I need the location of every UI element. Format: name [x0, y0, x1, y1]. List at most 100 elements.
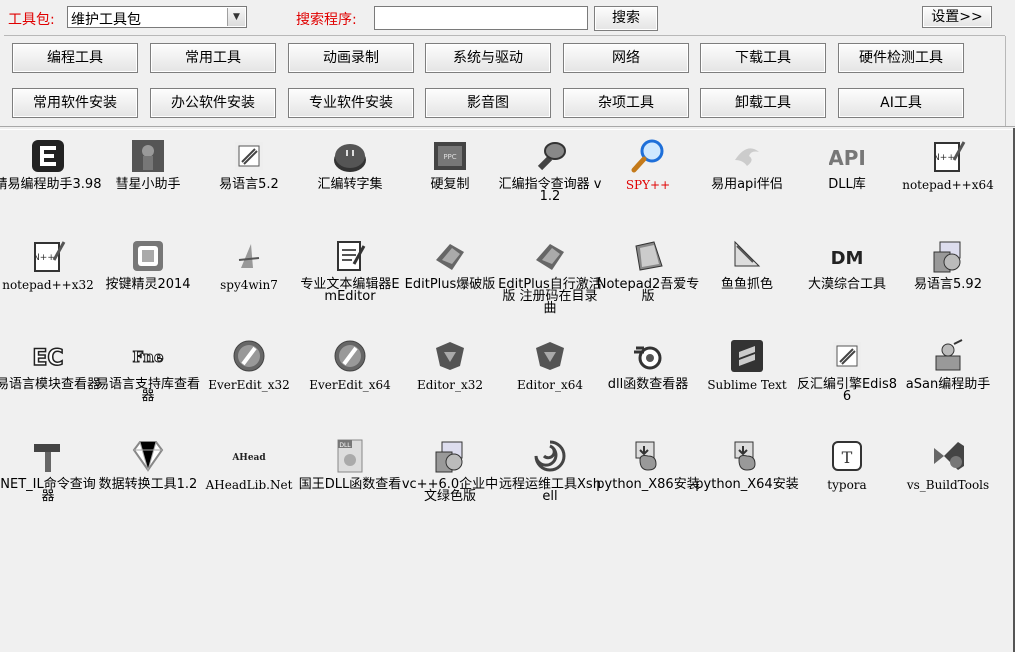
- tool-label[interactable]: EditPlus爆破版: [396, 278, 504, 291]
- dm-text-icon[interactable]: DM: [829, 238, 865, 274]
- tool-label[interactable]: 反汇编引擎Edis86: [793, 378, 901, 403]
- category-button[interactable]: 网络: [563, 43, 689, 73]
- editplus-icon[interactable]: [432, 238, 468, 274]
- tool-item[interactable]: 反汇编引擎Edis86: [797, 328, 897, 433]
- python-installer-icon[interactable]: [729, 438, 765, 474]
- tool-label[interactable]: typora: [793, 479, 901, 491]
- tool-item[interactable]: Fne 易语言支持库查看器: [96, 328, 200, 433]
- tool-label[interactable]: 易用api伴侣: [693, 178, 801, 191]
- tool-item[interactable]: 汇编转字集: [300, 128, 400, 233]
- tool-label[interactable]: 精易编程助手3.98: [0, 178, 102, 191]
- tool-label[interactable]: 易语言5.2: [195, 178, 303, 191]
- tool-item[interactable]: EverEdit_x32: [199, 328, 299, 433]
- tool-item[interactable]: PPC 硬复制: [400, 128, 500, 233]
- tool-label[interactable]: 彗星小助手: [94, 178, 202, 191]
- editplus-icon[interactable]: [532, 238, 568, 274]
- tool-item[interactable]: N++ notepad++x64: [898, 128, 998, 233]
- tool-item[interactable]: EditPlus自行激活版 注册码在目录曲: [498, 228, 602, 333]
- everedit-icon[interactable]: [332, 338, 368, 374]
- api-partner-icon[interactable]: [729, 138, 765, 174]
- tool-label[interactable]: 专业文本编辑器EmEditor: [296, 278, 404, 303]
- tool-item[interactable]: 精易编程助手3.98: [0, 128, 101, 233]
- comet-helper-icon[interactable]: [130, 138, 166, 174]
- tool-item[interactable]: vc++6.0企业中文绿色版: [400, 428, 500, 533]
- tool-label[interactable]: 按键精灵2014: [94, 278, 202, 291]
- tool-label[interactable]: aSan编程助手: [894, 378, 1002, 391]
- tool-item[interactable]: spy4win7: [199, 228, 299, 333]
- tool-item[interactable]: Editor_x64: [500, 328, 600, 433]
- tool-item[interactable]: EverEdit_x64: [300, 328, 400, 433]
- tool-item[interactable]: 易语言5.92: [898, 228, 998, 333]
- notepad2-icon[interactable]: [630, 238, 666, 274]
- tool-item[interactable]: vs_BuildTools: [898, 428, 998, 533]
- installer-icon[interactable]: [432, 438, 468, 474]
- sublime-icon[interactable]: [729, 338, 765, 374]
- ec-logo-icon[interactable]: EC: [30, 338, 66, 374]
- tool-item[interactable]: aSan编程助手: [898, 328, 998, 433]
- search-input[interactable]: [374, 6, 588, 30]
- tool-item[interactable]: 鱼鱼抓色: [697, 228, 797, 333]
- tool-label[interactable]: Editor_x32: [396, 379, 504, 391]
- category-button[interactable]: 杂项工具: [563, 88, 689, 118]
- tool-item[interactable]: EditPlus爆破版: [400, 228, 500, 333]
- category-button[interactable]: 卸载工具: [700, 88, 826, 118]
- anjian-icon[interactable]: [130, 238, 166, 274]
- tool-item[interactable]: AHead AHeadLib.Net: [199, 428, 299, 533]
- tool-label[interactable]: 鱼鱼抓色: [693, 278, 801, 291]
- tool-label[interactable]: NET_IL命令查询器: [0, 478, 102, 503]
- tool-item[interactable]: N++ notepad++x32: [0, 228, 98, 333]
- chevron-down-icon[interactable]: ▼: [227, 8, 245, 26]
- tool-label[interactable]: 大漠综合工具: [793, 278, 901, 291]
- eyuyan-icon[interactable]: [829, 338, 865, 374]
- notepad-plus-icon[interactable]: N++: [30, 238, 66, 274]
- category-button[interactable]: 影音图: [425, 88, 551, 118]
- tool-label[interactable]: Sublime Text: [693, 379, 801, 391]
- tool-label[interactable]: Notepad2吾爱专版: [594, 278, 702, 303]
- emeditor-icon[interactable]: [332, 238, 368, 274]
- tool-item[interactable]: 彗星小助手: [98, 128, 198, 233]
- tool-label[interactable]: python_X64安装: [693, 478, 801, 491]
- category-button[interactable]: 动画录制: [288, 43, 414, 73]
- tool-item[interactable]: DM 大漠综合工具: [797, 228, 897, 333]
- tool-label[interactable]: vc++6.0企业中文绿色版: [396, 478, 504, 503]
- tool-item[interactable]: python_X64安装: [695, 428, 799, 533]
- tool-item[interactable]: python_X86安装: [596, 428, 700, 533]
- category-button[interactable]: 专业软件安装: [288, 88, 414, 118]
- tool-label[interactable]: 易语言5.92: [894, 278, 1002, 291]
- tool-item[interactable]: 汇编指令查询器 v1.2: [499, 128, 601, 233]
- tool-label[interactable]: 硬复制: [396, 178, 504, 191]
- search-button[interactable]: 搜索: [594, 6, 658, 31]
- tool-label[interactable]: EditPlus自行激活版 注册码在目录曲: [496, 278, 604, 315]
- tool-item[interactable]: 数据转换工具1.2: [98, 428, 198, 533]
- tool-label[interactable]: 远程运维工具Xshell: [496, 478, 604, 503]
- editor-icon[interactable]: [432, 338, 468, 374]
- tool-label[interactable]: 国王DLL函数查看: [296, 478, 404, 491]
- tool-label[interactable]: notepad++x32: [0, 279, 102, 291]
- tool-label[interactable]: 易语言模块查看器: [0, 378, 102, 391]
- tool-label[interactable]: DLL库: [793, 178, 901, 191]
- typora-icon[interactable]: T: [829, 438, 865, 474]
- tool-label[interactable]: notepad++x64: [894, 179, 1002, 191]
- tool-label[interactable]: SPY++: [594, 179, 702, 191]
- tool-item[interactable]: SPY++: [598, 128, 698, 233]
- editor-icon[interactable]: [532, 338, 568, 374]
- asm-charset-icon[interactable]: [332, 138, 368, 174]
- api-text-icon[interactable]: API: [829, 138, 865, 174]
- aheadlib-icon[interactable]: AHead: [231, 438, 267, 474]
- tool-label[interactable]: 汇编转字集: [296, 178, 404, 191]
- tool-label[interactable]: Editor_x64: [496, 379, 604, 391]
- jingyi-icon[interactable]: [30, 138, 66, 174]
- tool-item[interactable]: 远程运维工具Xshell: [499, 428, 601, 533]
- python-installer-icon[interactable]: [630, 438, 666, 474]
- settings-button[interactable]: 设置>>: [922, 6, 992, 28]
- hardcopy-icon[interactable]: PPC: [432, 138, 468, 174]
- category-button[interactable]: AI工具: [838, 88, 964, 118]
- category-button[interactable]: 常用软件安装: [12, 88, 138, 118]
- tool-item[interactable]: NET_IL命令查询器: [0, 428, 98, 533]
- asm-query-icon[interactable]: [532, 138, 568, 174]
- vs-icon[interactable]: [930, 438, 966, 474]
- tool-label[interactable]: python_X86安装: [594, 478, 702, 491]
- category-button[interactable]: 编程工具: [12, 43, 138, 73]
- spy4win7-icon[interactable]: [231, 238, 267, 274]
- hammer-icon[interactable]: [30, 438, 66, 474]
